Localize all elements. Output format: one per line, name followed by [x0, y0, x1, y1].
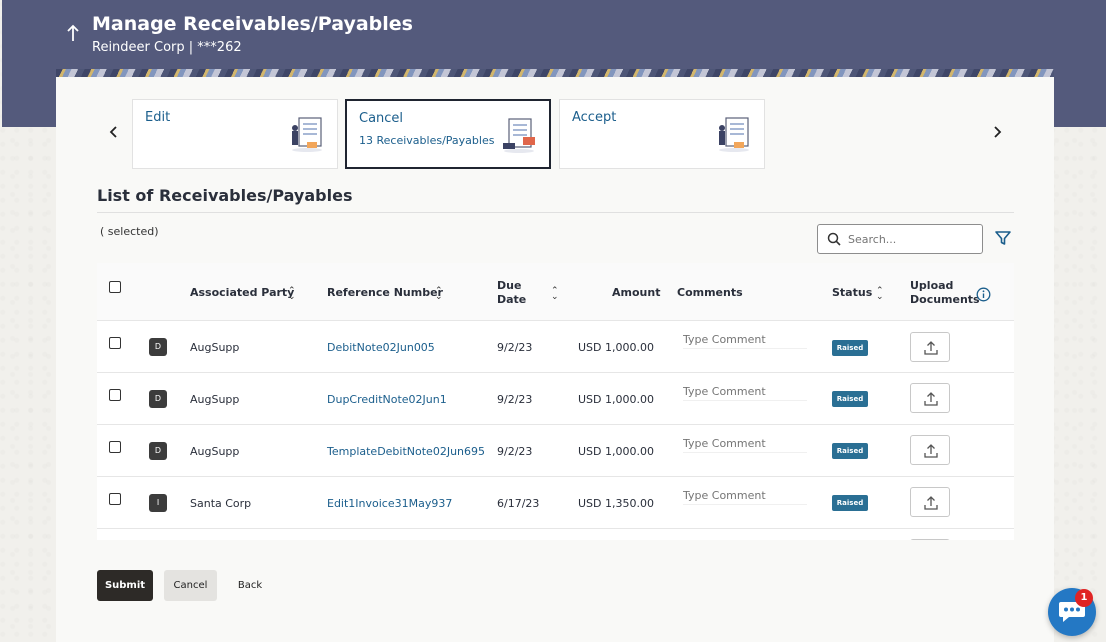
row-checkbox[interactable] [109, 441, 121, 453]
table-row: I Santa Corp Edit1Invoice31May937 6/17/2… [97, 477, 1014, 529]
divider [97, 212, 1014, 213]
list-title: List of Receivables/Payables [97, 186, 353, 205]
col-upload-line2: Documents [910, 293, 980, 306]
avatar: D [149, 338, 167, 356]
col-status[interactable]: Status [832, 286, 872, 299]
amount: USD 1,000.00 [578, 393, 654, 406]
notification-badge: 1 [1075, 589, 1093, 607]
party-name: AugSupp [190, 445, 240, 458]
tile-accept[interactable]: Accept [559, 99, 765, 169]
document-illustration-icon [292, 117, 322, 152]
reference-link[interactable]: TemplateDebitNote02Jun695 [327, 445, 485, 458]
table-row: D AugSupp TemplateDebitNote02Jun695 9/2/… [97, 425, 1014, 477]
cancel-button[interactable]: Cancel [164, 570, 217, 601]
upload-button[interactable] [910, 539, 950, 540]
due-date: 9/2/23 [497, 341, 533, 354]
upload-button[interactable] [910, 487, 950, 517]
upload-button[interactable] [910, 435, 950, 465]
due-date: 9/2/23 [497, 393, 533, 406]
table-row: D AugSupp DebitNote02Jun005 9/2/23 USD 1… [97, 321, 1014, 373]
submit-button[interactable]: Submit [97, 570, 153, 601]
tile-accept-title: Accept [572, 110, 617, 125]
document-illustration-icon [503, 118, 535, 153]
comment-input[interactable] [683, 487, 807, 505]
row-checkbox[interactable] [109, 493, 121, 505]
amount: USD 1,000.00 [578, 341, 654, 354]
chevron-left-icon[interactable] [105, 123, 121, 144]
status-badge: Raised [832, 495, 868, 511]
tile-cancel-title: Cancel [359, 111, 404, 126]
col-upload-line1: Upload [910, 279, 954, 292]
sort-icon[interactable]: ⌃ ⌄ [876, 287, 884, 302]
row-checkbox[interactable] [109, 389, 121, 401]
amount: USD 1,350.00 [578, 497, 654, 510]
upload-icon [924, 444, 938, 458]
tile-edit[interactable]: Edit [132, 99, 338, 169]
reference-link[interactable]: DupCreditNote02Jun1 [327, 393, 447, 406]
status-badge: Raised [832, 443, 868, 459]
col-reference-number[interactable]: Reference Number [327, 286, 443, 299]
col-due-line1[interactable]: Due [497, 279, 521, 292]
amount: USD 1,000.00 [578, 445, 654, 458]
selected-count: ( selected) [100, 225, 159, 238]
sort-icon[interactable]: ⌃ ⌄ [288, 287, 296, 302]
page-subtitle: Reindeer Corp | ***262 [92, 40, 242, 55]
col-due-line2[interactable]: Date [497, 293, 526, 306]
search-icon [827, 232, 841, 246]
tile-cancel[interactable]: Cancel 13 Receivables/Payables [345, 99, 551, 169]
tile-cancel-count: 13 Receivables/Payables [359, 134, 495, 147]
comment-input[interactable] [683, 331, 807, 349]
upload-button[interactable] [910, 383, 950, 413]
reference-link[interactable]: Edit1Invoice31May937 [327, 497, 452, 510]
document-illustration-icon [719, 117, 749, 152]
info-icon[interactable] [976, 287, 991, 302]
sort-icon[interactable]: ⌃ ⌄ [435, 287, 443, 302]
col-amount: Amount [612, 286, 661, 299]
party-name: Santa Corp [190, 497, 252, 510]
receivables-table: Associated Party ⌃ ⌄ Reference Number ⌃ ⌄ … [97, 263, 1014, 540]
filter-icon[interactable] [994, 229, 1012, 247]
tile-edit-title: Edit [145, 110, 171, 125]
col-comments: Comments [677, 286, 743, 299]
col-associated-party[interactable]: Associated Party [190, 286, 294, 299]
avatar: D [149, 442, 167, 460]
status-badge: Raised [832, 340, 868, 356]
status-badge: Raised [832, 391, 868, 407]
arrow-up-icon[interactable] [64, 24, 82, 44]
table-row: D AugSupp DupCreditNote02Jun1 9/2/23 USD… [97, 373, 1014, 425]
upload-icon [924, 496, 938, 510]
search-input[interactable] [848, 230, 976, 248]
table-header: Associated Party ⌃ ⌄ Reference Number ⌃ ⌄ … [97, 263, 1014, 321]
search-field[interactable] [817, 224, 983, 254]
sort-icon[interactable]: ⌃ ⌄ [551, 287, 559, 302]
party-name: AugSupp [190, 393, 240, 406]
row-checkbox[interactable] [109, 337, 121, 349]
select-all-checkbox[interactable] [109, 281, 121, 293]
avatar: I [149, 494, 167, 512]
comment-input[interactable] [683, 383, 807, 401]
upload-button[interactable] [910, 332, 950, 362]
page-title: Manage Receivables/Payables [92, 13, 413, 35]
avatar: D [149, 390, 167, 408]
due-date: 9/2/23 [497, 445, 533, 458]
due-date: 6/17/23 [497, 497, 540, 510]
back-button[interactable]: Back [228, 570, 272, 601]
comment-input[interactable] [683, 435, 807, 453]
upload-icon [924, 392, 938, 406]
upload-icon [924, 341, 938, 355]
party-name: AugSupp [190, 341, 240, 354]
reference-link[interactable]: DebitNote02Jun005 [327, 341, 435, 354]
chevron-right-icon[interactable] [990, 123, 1006, 144]
